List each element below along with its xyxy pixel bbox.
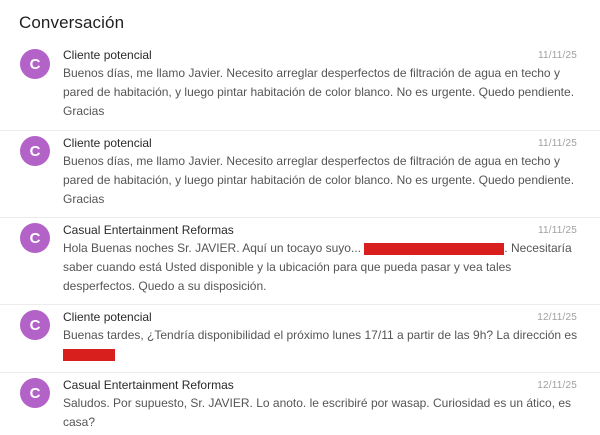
message-date: 12/11/25 bbox=[537, 380, 577, 391]
message-text: Hola Buenas noches Sr. JAVIER. Aquí un t… bbox=[63, 239, 580, 296]
message-sender: Cliente potencial bbox=[63, 310, 152, 324]
message-date: 12/11/25 bbox=[537, 312, 577, 323]
message-sender: Casual Entertainment Reformas bbox=[63, 378, 234, 392]
message-item: C Cliente potencial 11/11/25 Buenos días… bbox=[0, 131, 600, 218]
redaction-bar bbox=[364, 243, 505, 255]
message-text: Saludos. Por supuesto, Sr. JAVIER. Lo an… bbox=[63, 396, 575, 429]
message-text-before: Hola Buenas noches Sr. JAVIER. Aquí un t… bbox=[63, 241, 365, 255]
message-item: C Casual Entertainment Reformas 12/11/25… bbox=[0, 373, 600, 435]
message-text: Buenos días, me llamo Javier. Necesito a… bbox=[63, 154, 578, 206]
message-date: 11/11/25 bbox=[537, 225, 577, 236]
message-item: C Cliente potencial 12/11/25 Buenas tard… bbox=[0, 305, 600, 373]
avatar: C bbox=[20, 310, 50, 340]
redaction-bar bbox=[63, 349, 115, 361]
message-sender: Cliente potencial bbox=[63, 48, 152, 62]
message-date: 11/11/25 bbox=[537, 138, 577, 149]
message-date: 11/11/25 bbox=[537, 50, 577, 61]
avatar: C bbox=[20, 223, 50, 253]
page-title: Conversación bbox=[19, 13, 125, 32]
message-sender: Casual Entertainment Reformas bbox=[63, 223, 234, 237]
message-sender: Cliente potencial bbox=[63, 136, 152, 150]
avatar: C bbox=[20, 378, 50, 408]
message-list: C Cliente potencial 11/11/25 Buenos días… bbox=[0, 44, 600, 435]
message-text: Buenos días, me llamo Javier. Necesito a… bbox=[63, 66, 578, 118]
message-item: C Cliente potencial 11/11/25 Buenos días… bbox=[0, 44, 600, 131]
message-text: Buenas tardes, ¿Tendría disponibilidad e… bbox=[63, 326, 580, 364]
avatar: C bbox=[20, 136, 50, 166]
message-item: C Casual Entertainment Reformas 11/11/25… bbox=[0, 218, 600, 305]
message-text-before: Buenas tardes, ¿Tendría disponibilidad e… bbox=[63, 328, 581, 342]
avatar: C bbox=[20, 49, 50, 79]
